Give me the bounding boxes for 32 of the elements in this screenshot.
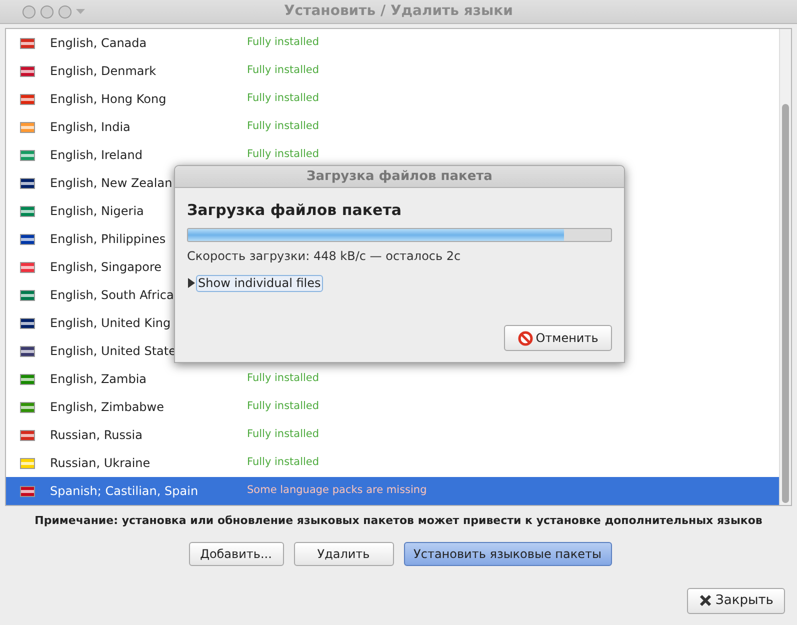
language-name: English, Ireland	[50, 147, 142, 164]
install-status: Fully installed	[247, 119, 320, 134]
language-name: English, Zimbabwe	[50, 399, 164, 416]
language-name: English, United King	[50, 315, 171, 332]
language-name: English, Singapore	[50, 259, 162, 276]
note-text: Примечание: установка или обновление языковых пакетов может привести к установке дополнительных языков	[34, 513, 764, 529]
install-status: Fully installed	[247, 371, 320, 386]
window-title: Установить / Удалить языки	[284, 2, 513, 21]
install-status: Fully installed	[247, 147, 320, 162]
language-name: English, Zambia	[50, 371, 147, 388]
dialog-heading: Загрузка файлов пакета	[187, 200, 403, 221]
language-name: English, New Zealan	[50, 175, 172, 192]
install-status: Fully installed	[247, 91, 320, 106]
language-name: English, Philippines	[50, 231, 166, 248]
install-status: Fully installed	[247, 427, 320, 442]
language-name: Russian, Ukraine	[50, 455, 150, 472]
language-name: English, Canada	[50, 35, 147, 52]
speed-text: Скорость загрузки: 448 kB/c — осталось 2c	[187, 248, 462, 264]
language-name: English, United State	[50, 343, 176, 360]
install-status: Some language packs are missing	[247, 483, 427, 498]
language-name: Russian, Russia	[50, 427, 142, 444]
install-status: Fully installed	[247, 455, 320, 470]
install-status: Fully installed	[247, 399, 320, 414]
language-name: English, Hong Kong	[50, 91, 166, 108]
dialog-title: Загрузка файлов пакета	[175, 166, 624, 188]
language-name: English, Denmark	[50, 63, 156, 80]
language-name: English, Nigeria	[50, 203, 144, 220]
install-status: Fully installed	[247, 63, 320, 78]
install-status: Fully installed	[247, 35, 320, 50]
language-name: English, South Africa	[50, 287, 174, 304]
language-name: English, India	[50, 119, 130, 136]
language-name: Spanish; Castilian, Spain	[50, 483, 198, 500]
